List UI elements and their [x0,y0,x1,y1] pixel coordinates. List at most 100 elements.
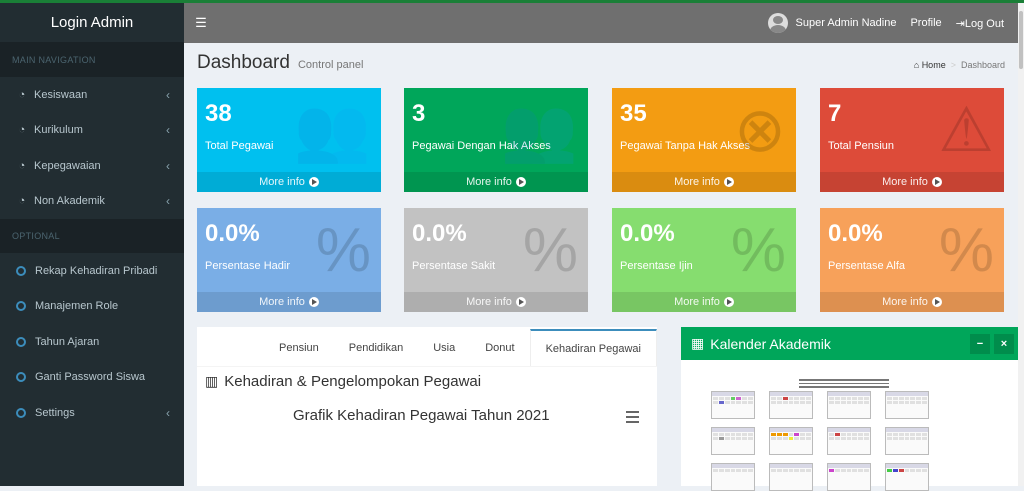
more-info-link[interactable]: More info [197,292,381,312]
stat-value: 0.0% [828,220,883,247]
minimize-button[interactable]: − [970,333,990,354]
scrollbar-thumb[interactable] [1019,11,1023,69]
close-button[interactable]: × [994,333,1014,354]
arrow-circle-right-icon [308,297,319,307]
stat-value: 38 [205,100,232,127]
stat-persentase-sakit: 0.0% Persentase Sakit % More info [404,208,588,312]
stat-value: 3 [412,100,426,127]
sidebar-item-ganti-password[interactable]: Ganti Password Siswa [0,360,184,396]
stat-pegawai-dengan-hak-akses: 3 Pegawai Dengan Hak Akses 👥 More info [404,88,588,192]
more-info-label: More info [882,296,928,308]
profile-link[interactable]: Profile [910,17,941,29]
page-title: Dashboard [197,52,290,73]
sidebar-item-tahun-ajaran[interactable]: Tahun Ajaran [0,324,184,360]
times-circle-icon: ⊗ [734,96,786,165]
scrollbar[interactable] [1018,3,1024,486]
user-name: Super Admin Nadine [795,17,897,29]
circle-icon [16,265,26,276]
breadcrumb: ⌂ Home > Dashboard [914,60,1005,70]
logout-label: Log Out [964,17,1004,30]
sidebar-item-label: Manajemen Role [35,300,119,313]
more-info-link[interactable]: More info [612,172,796,192]
stat-total-pegawai: 38 Total Pegawai 👥 More info [197,88,381,192]
users-icon: 👥 [500,96,578,165]
arrow-circle-right-icon [308,177,319,187]
more-info-label: More info [674,176,720,188]
sidebar-item-label: Ganti Password Siswa [35,371,146,384]
more-info-label: More info [259,296,305,308]
tab-donut[interactable]: Donut [470,329,529,366]
sidebar-item-kepegawaian[interactable]: ◔ Kepegawaian ‹ [0,148,184,184]
circle-icon [16,301,26,312]
tab-pendidikan[interactable]: Pendidikan [334,329,418,366]
chevron-left-icon: ‹ [166,194,170,209]
percent-icon: % [315,216,371,285]
percent-icon: % [522,216,578,285]
dashboard-icon: ◔ [18,195,26,208]
optional-header: OPTIONAL [0,219,184,253]
stat-persentase-alfa: 0.0% Persentase Alfa % More info [820,208,1004,312]
stat-value: 0.0% [620,220,675,247]
brand-title[interactable]: Login Admin [0,3,184,43]
more-info-link[interactable]: More info [820,292,1004,312]
sidebar-item-label: Kepegawaian [34,159,101,172]
sidebar-item-label: Kesiswaan [34,88,88,101]
sidebar-item-kesiswaan[interactable]: ◔ Kesiswaan ‹ [0,77,184,113]
hamburger-menu-icon[interactable]: ☰ [184,15,218,31]
panel-title-text: Kehadiran & Pengelompokan Pegawai [224,373,482,390]
more-info-label: More info [882,176,928,188]
logout-link[interactable]: ⇥Log Out [956,17,1004,30]
stat-value: 0.0% [412,220,467,247]
tab-usia[interactable]: Usia [418,329,470,366]
stat-value: 35 [620,100,647,127]
stat-value: 0.0% [205,220,260,247]
sidebar-item-kurikulum[interactable]: ◔ Kurikulum ‹ [0,113,184,149]
stat-persentase-hadir: 0.0% Persentase Hadir % More info [197,208,381,312]
stat-persentase-ijin: 0.0% Persentase Ijin % More info [612,208,796,312]
more-info-link[interactable]: More info [404,172,588,192]
chart-menu-icon[interactable] [626,411,639,426]
circle-icon [16,407,26,418]
page-subtitle: Control panel [297,59,364,71]
dashboard-icon: ◔ [18,124,26,137]
academic-calendar-image [711,375,941,491]
stat-pegawai-tanpa-hak-akses: 35 Pegawai Tanpa Hak Akses ⊗ More info [612,88,796,192]
tab-pensiun[interactable]: Pensiun [264,329,334,366]
sidebar-item-rekap-kehadiran[interactable]: Rekap Kehadiran Pribadi [0,253,184,289]
more-info-label: More info [259,176,305,188]
stat-label: Pegawai Tanpa Hak Akses [620,140,751,152]
users-icon: 👥 [293,96,371,165]
percent-icon: % [730,216,786,285]
stat-label: Total Pegawai [205,140,274,152]
sidebar-item-non-akademik[interactable]: ◔ Non Akademik ‹ [0,184,184,220]
more-info-link[interactable]: More info [820,172,1004,192]
more-info-link[interactable]: More info [404,292,588,312]
arrow-circle-right-icon [723,297,734,307]
calendar-title: Kalender Akademik [710,335,831,352]
arrow-circle-right-icon [931,297,942,307]
arrow-circle-right-icon [515,297,526,307]
calendar-icon: ▦ [691,335,705,351]
sidebar-item-label: Rekap Kehadiran Pribadi [35,264,158,277]
chevron-left-icon: ‹ [166,87,170,102]
main-navigation-header: MAIN NAVIGATION [0,43,184,77]
tab-bar: Pensiun Pendidikan Usia Donut Kehadiran … [197,329,657,367]
stat-label: Total Pensiun [828,140,895,152]
dashboard-icon: ◔ [18,88,26,101]
arrow-circle-right-icon [931,177,942,187]
more-info-label: More info [466,176,512,188]
sidebar-item-settings[interactable]: Settings ‹ [0,395,184,431]
tab-kehadiran-pegawai[interactable]: Kehadiran Pegawai [529,329,657,366]
more-info-link[interactable]: More info [612,292,796,312]
user-menu[interactable]: Super Admin Nadine [767,13,897,33]
home-icon: ⌂ [913,60,920,70]
sidebar-item-manajemen-role[interactable]: Manajemen Role [0,289,184,325]
percent-icon: % [938,216,994,285]
logout-icon: ⇥ [955,17,965,30]
stat-label: Persentase Alfa [828,260,906,272]
panel-title: ▥ Kehadiran & Pengelompokan Pegawai [205,373,657,390]
breadcrumb-home[interactable]: Home [922,60,946,70]
more-info-link[interactable]: More info [197,172,381,192]
breadcrumb-separator: > [950,60,956,70]
breadcrumb-current: Dashboard [960,60,1005,70]
